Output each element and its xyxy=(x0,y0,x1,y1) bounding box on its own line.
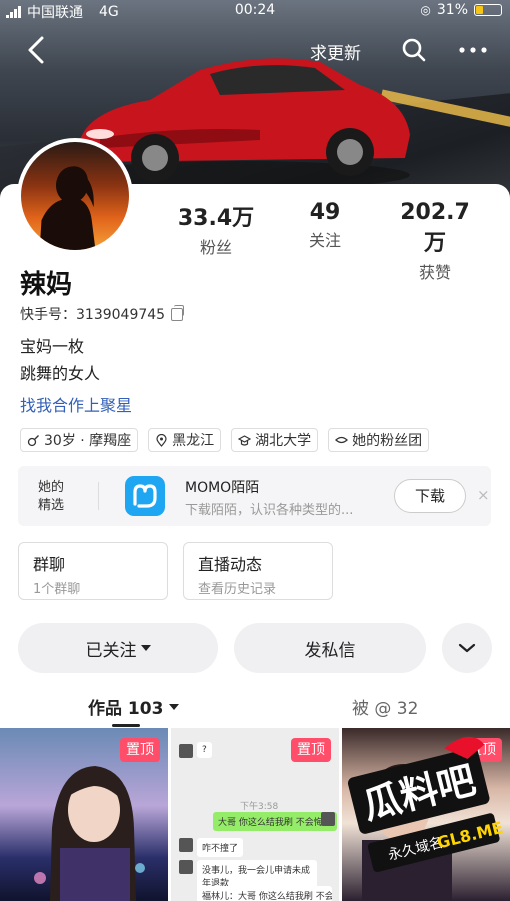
chevron-down-icon xyxy=(458,643,476,653)
watermark-logo: 瓜料吧 永久域名 GL8.ME xyxy=(347,736,505,873)
tag-age-sign[interactable]: 30岁 · 摩羯座 xyxy=(20,428,139,452)
divider xyxy=(98,482,99,510)
group-chat-count: 1个群聊 xyxy=(33,582,81,597)
bio-line: 宝妈一枚 xyxy=(20,337,85,356)
profile-name: 辣妈 xyxy=(20,270,73,300)
kuaishou-id-row[interactable]: 快手号：3139049745 xyxy=(20,304,185,324)
tab-works[interactable]: 作品 103 xyxy=(88,694,180,719)
chat-avatar xyxy=(179,838,193,852)
caret-down-icon xyxy=(140,645,151,651)
close-icon[interactable]: × xyxy=(477,486,490,504)
chat-message: ? xyxy=(197,742,212,758)
profile-tags: 30岁 · 摩羯座 黑龙江 湖北大学 她的粉丝团 xyxy=(20,428,430,452)
tag-fan-club[interactable]: 她的粉丝团 xyxy=(328,428,430,452)
kuaishou-id: 快手号：3139049745 xyxy=(20,307,166,323)
tag-label: 黑龙江 xyxy=(172,433,215,449)
live-history-title: 直播动态 xyxy=(198,555,263,574)
expand-button[interactable] xyxy=(442,623,492,673)
chat-avatar xyxy=(321,812,335,826)
cooperate-link[interactable]: 找我合作上聚星 xyxy=(20,392,132,416)
battery-icon xyxy=(474,4,502,16)
likes-count: 202.7万 xyxy=(400,200,470,256)
live-history-sub: 查看历史记录 xyxy=(198,582,277,597)
profile-bio: 宝妈一枚 跳舞的女人 xyxy=(20,333,100,387)
work-thumbnail[interactable]: 置顶 xyxy=(0,728,168,901)
app-description: 下载陌陌，认识各种类型的... xyxy=(185,503,354,518)
tab-underline xyxy=(112,724,140,727)
back-arrow-icon[interactable] xyxy=(22,34,52,66)
tag-school[interactable]: 湖北大学 xyxy=(231,428,319,452)
work-thumbnail[interactable]: ? 下午3:58 大哥 你这么结我刷 不会悔吗 咋不撞了 没事儿，我一会儿申请未… xyxy=(171,728,339,901)
following-label: 关注 xyxy=(308,231,341,250)
following-count: 49 xyxy=(309,200,341,225)
featured-label: 她的精选 xyxy=(38,480,65,513)
chat-avatar xyxy=(179,860,193,874)
copy-icon[interactable] xyxy=(171,304,185,321)
pinned-badge: 置顶 xyxy=(291,738,331,762)
tab-works-label: 作品 103 xyxy=(88,699,164,719)
download-button[interactable]: 下载 xyxy=(394,479,466,513)
gender-icon xyxy=(27,434,39,446)
tab-mentioned[interactable]: 被 @ 32 xyxy=(352,694,418,719)
live-history-box[interactable]: 直播动态 查看历史记录 xyxy=(183,542,333,600)
tag-location[interactable]: 黑龙江 xyxy=(148,428,222,452)
send-message-button[interactable]: 发私信 xyxy=(234,623,426,673)
followers-label: 粉丝 xyxy=(199,238,232,257)
pinned-badge: 置顶 xyxy=(120,738,160,762)
request-update-link[interactable]: 求更新 xyxy=(310,39,361,64)
group-chat-title: 群聊 xyxy=(33,555,66,574)
top-nav: 求更新 xyxy=(0,30,510,70)
status-bar: 中国联通 4G 00:24 ◎ 31% xyxy=(0,0,510,22)
tag-label: 30岁 · 摩羯座 xyxy=(44,433,132,449)
stat-likes[interactable]: 202.7万 获赞 xyxy=(390,200,480,283)
tag-label: 湖北大学 xyxy=(255,433,312,449)
more-dots-icon[interactable] xyxy=(457,36,489,64)
chat-message: 大哥 你这么结我刷 不会悔吗 xyxy=(213,812,337,831)
lock-rotation-icon: ◎ xyxy=(420,3,431,17)
chat-avatar xyxy=(179,744,193,758)
search-icon[interactable] xyxy=(400,36,428,64)
followed-button[interactable]: 已关注 xyxy=(18,623,218,673)
stat-followers[interactable]: 33.4万 粉丝 xyxy=(176,200,256,258)
avatar-silhouette-image xyxy=(39,166,96,250)
avatar[interactable] xyxy=(17,138,133,254)
followed-label: 已关注 xyxy=(85,640,137,661)
battery-percent: 31% xyxy=(436,2,468,18)
tag-label: 她的粉丝团 xyxy=(352,433,423,449)
followers-count: 33.4万 xyxy=(177,206,255,231)
graduation-cap-icon xyxy=(238,434,252,446)
bio-line: 跳舞的女人 xyxy=(20,364,101,383)
tab-mentioned-label: 被 @ 32 xyxy=(352,699,419,719)
send-message-label: 发私信 xyxy=(304,640,356,661)
momo-app-icon xyxy=(125,476,165,516)
featured-app-card[interactable]: 她的精选 MOMO陌陌 下载陌陌，认识各种类型的... 下载 × xyxy=(18,466,491,526)
stat-following[interactable]: 49 关注 xyxy=(290,200,360,251)
chat-message: 福林儿：大哥 你这么结我刷 不会悔吗 xyxy=(197,886,332,901)
location-pin-icon xyxy=(156,433,167,447)
chat-message: 咋不撞了 xyxy=(197,838,244,857)
group-chat-box[interactable]: 群聊 1个群聊 xyxy=(18,542,168,600)
caret-down-icon xyxy=(169,703,180,710)
fan-club-icon xyxy=(335,436,349,443)
app-name: MOMO陌陌 xyxy=(185,480,260,496)
profile-stats: 33.4万 粉丝 49 关注 202.7万 获赞 xyxy=(150,200,510,282)
likes-label: 获赞 xyxy=(418,263,451,282)
